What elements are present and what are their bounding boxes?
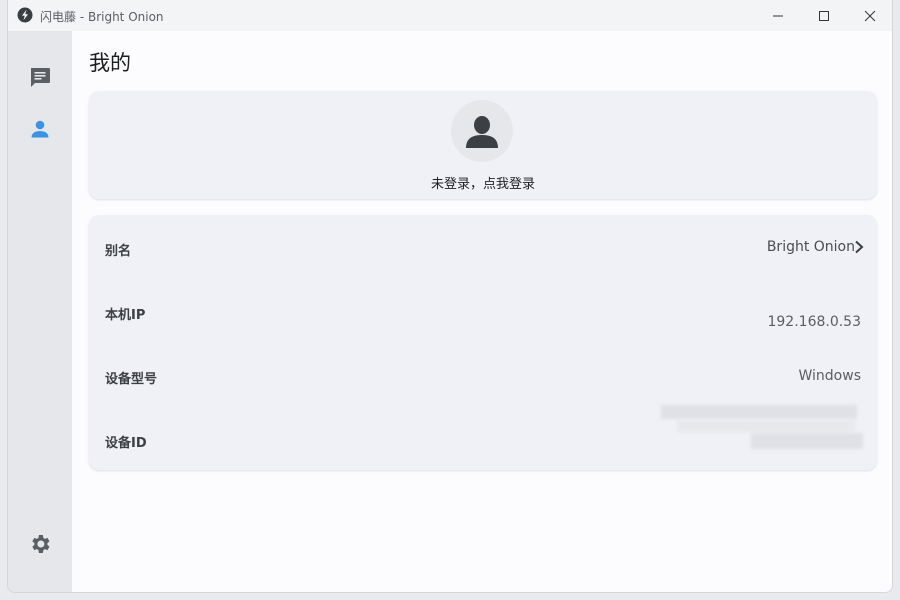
close-icon — [864, 10, 876, 21]
ip-value: 192.168.0.53 — [767, 314, 861, 330]
device-info-card: 别名 Bright Onion 本机IP 192.168.0.53 设备型号 W… — [89, 215, 877, 470]
gear-icon — [32, 535, 50, 553]
title-bar[interactable]: 闪电藤 - Bright Onion — [8, 0, 892, 31]
app-window: 闪电藤 - Bright Onion 我的 未登录，点我登录 别名 Bright… — [7, 0, 893, 593]
minimize-button[interactable] — [755, 0, 801, 31]
app-logo-icon — [17, 7, 33, 23]
chevron-right-icon — [855, 240, 864, 254]
settings-button[interactable] — [27, 531, 53, 557]
device-id-label: 设备ID — [105, 436, 147, 451]
sidebar-item-messages[interactable] — [27, 64, 53, 90]
alias-label: 别名 — [105, 244, 132, 259]
alias-row[interactable]: 别名 Bright Onion — [89, 230, 877, 266]
person-icon — [31, 120, 49, 138]
maximize-button[interactable] — [801, 0, 847, 31]
sidebar-item-profile[interactable] — [27, 116, 53, 142]
model-label: 设备型号 — [105, 372, 158, 387]
close-button[interactable] — [847, 0, 892, 31]
main-content: 我的 未登录，点我登录 别名 Bright Onion 本机IP 192.168… — [72, 31, 892, 592]
sidebar — [8, 31, 72, 592]
page-title: 我的 — [89, 51, 131, 75]
avatar[interactable] — [451, 100, 513, 162]
alias-value: Bright Onion — [766, 239, 855, 255]
profile-card[interactable]: 未登录，点我登录 — [89, 91, 877, 199]
model-value: Windows — [798, 368, 862, 384]
default-avatar-icon — [466, 116, 498, 148]
minimize-icon — [773, 15, 783, 16]
maximize-icon — [819, 10, 829, 21]
chat-icon — [31, 68, 50, 87]
login-prompt[interactable]: 未登录，点我登录 — [89, 173, 877, 192]
window-title: 闪电藤 - Bright Onion — [40, 10, 164, 24]
ip-label: 本机IP — [105, 308, 146, 323]
